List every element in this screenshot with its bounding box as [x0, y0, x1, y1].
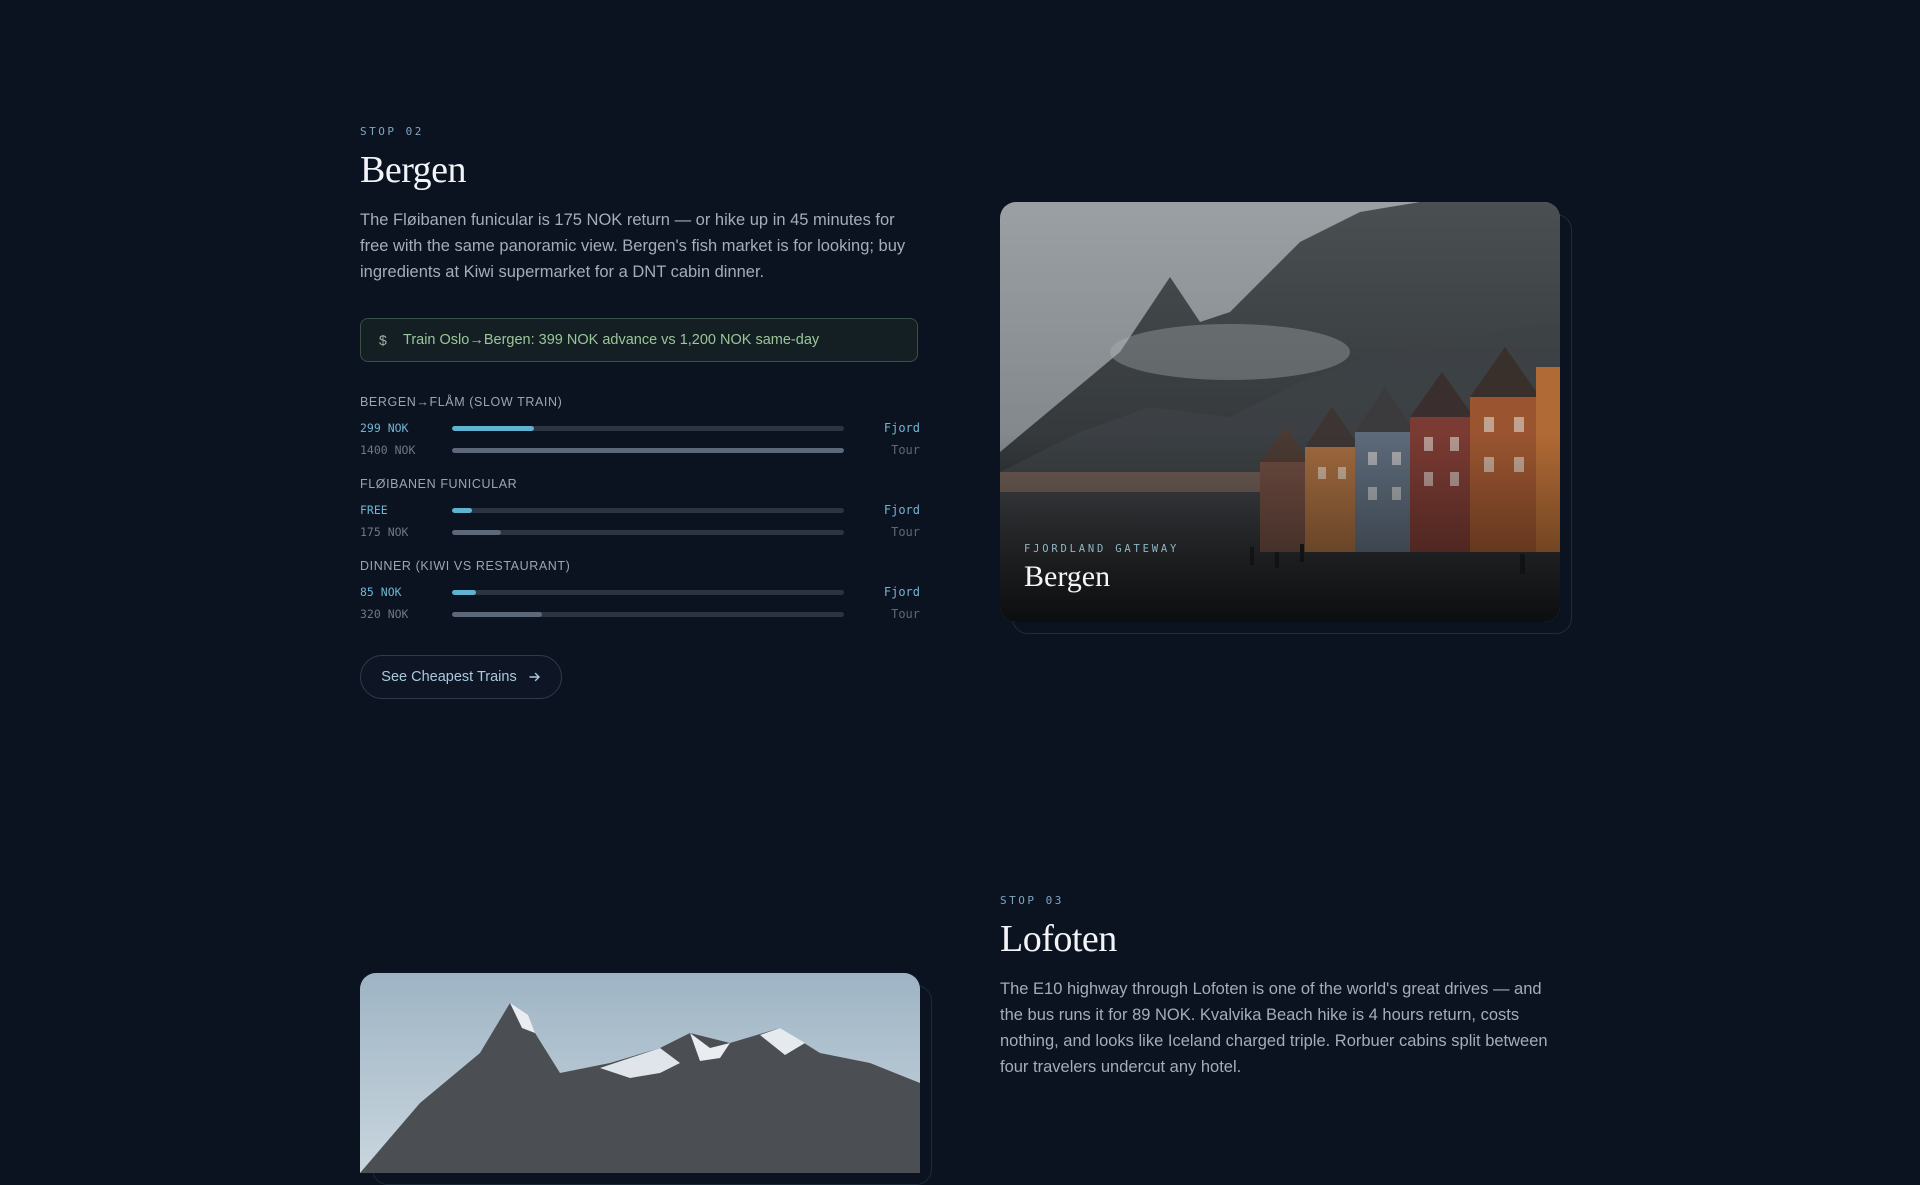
price-bar-track [452, 425, 844, 431]
option-tag: Tour [891, 525, 920, 539]
price-bar-track [452, 611, 844, 617]
section-title: Lofoten [1000, 918, 1117, 960]
see-cheapest-trains-button[interactable]: See Cheapest Trains [360, 655, 562, 699]
stop-eyebrow: STOP 02 [360, 125, 424, 138]
budget-option-row: FREE Fjord [360, 499, 920, 521]
comparison-title: FLØIBANEN FUNICULAR [360, 477, 518, 491]
comparison-title: BERGEN→FLÅM (SLOW TRAIN) [360, 395, 563, 409]
price-bar-fill [452, 507, 472, 513]
price-bar-track [452, 447, 844, 453]
option-tag: Tour [891, 607, 920, 621]
price-bar-track [452, 529, 844, 535]
stop-eyebrow: STOP 03 [1000, 894, 1064, 907]
price-bar-track [452, 589, 844, 595]
dollar-icon: $ [379, 332, 387, 348]
price-label: 175 NOK [360, 525, 409, 539]
option-tag: Fjord [883, 585, 920, 599]
standard-option-row: 175 NOK Tour [360, 521, 920, 543]
price-bar-fill [452, 589, 476, 595]
price-bar-fill [452, 611, 543, 617]
price-label: 1400 NOK [360, 443, 416, 457]
stop-description: The Fløibanen funicular is 175 NOK retur… [360, 211, 906, 281]
price-bar-fill [452, 425, 535, 431]
standard-option-row: 1400 NOK Tour [360, 439, 920, 461]
arrow-right-icon [529, 672, 540, 682]
price-label: 299 NOK [360, 421, 409, 435]
image-title: Bergen [1024, 560, 1111, 593]
bergen-harbor-illustration [1000, 202, 1560, 622]
cta-label: See Cheapest Trains [381, 669, 517, 685]
price-label: 85 NOK [360, 585, 402, 599]
price-comparison: BERGEN→FLÅM (SLOW TRAIN) 299 NOK Fjord 1400… [360, 395, 920, 461]
price-bar-fill [452, 529, 501, 535]
page-title: Bergen [360, 149, 467, 191]
lofoten-image-card [360, 973, 920, 1173]
stop-description: The E10 highway through Lofoten is one o… [1000, 980, 1548, 1076]
price-bar-track [452, 507, 844, 513]
image-eyebrow: FJORDLAND GATEWAY [1024, 543, 1180, 555]
price-label: 320 NOK [360, 607, 409, 621]
option-tag: Fjord [883, 421, 920, 435]
comparison-title: DINNER (KIWI VS RESTAURANT) [360, 559, 571, 573]
budget-option-row: 299 NOK Fjord [360, 417, 920, 439]
price-bar-fill [452, 447, 844, 453]
price-label: FREE [360, 503, 388, 517]
budget-option-row: 85 NOK Fjord [360, 581, 920, 603]
lofoten-mountains-illustration [360, 973, 920, 1173]
standard-option-row: 320 NOK Tour [360, 603, 920, 625]
savings-tip-text: Train Oslo→Bergen: 399 NOK advance vs 1,… [403, 332, 820, 348]
option-tag: Fjord [883, 503, 920, 517]
bergen-image-card: FJORDLAND GATEWAY Bergen [1000, 202, 1560, 622]
price-comparison: FLØIBANEN FUNICULAR FREE Fjord 175 NOK Tour [360, 477, 920, 543]
savings-tip: $ Train Oslo→Bergen: 399 NOK advance vs … [360, 318, 918, 362]
option-tag: Tour [891, 443, 920, 457]
price-comparison: DINNER (KIWI VS RESTAURANT) 85 NOK Fjord 32… [360, 559, 920, 625]
